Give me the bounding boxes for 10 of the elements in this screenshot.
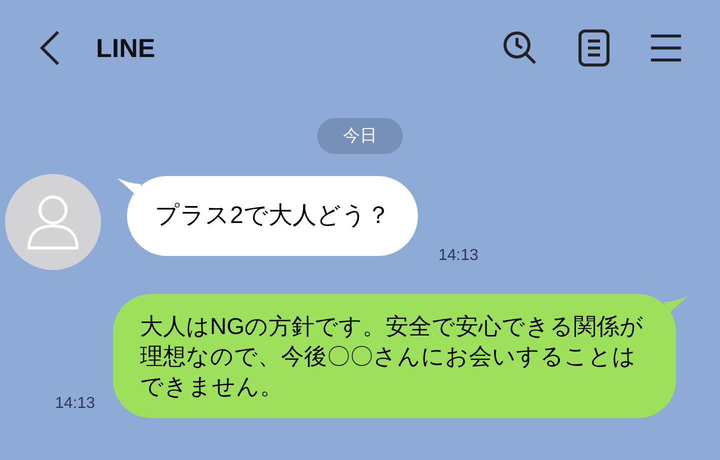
date-label: 今日 [317,118,403,154]
message-bubble: プラス2で大人どう？ [127,176,418,256]
message-bubble: 大人はNGの方針です。安全で安心できる関係が理想なので、今後〇〇さんにお会いすることはできません。 [113,294,676,418]
message-time: 14:13 [55,394,96,414]
menu-icon[interactable] [650,33,682,63]
chat-title: LINE [96,32,156,64]
search-icon[interactable] [502,30,538,66]
back-icon[interactable] [38,30,62,66]
note-icon[interactable] [578,29,610,67]
message-time: 14:13 [438,246,478,266]
